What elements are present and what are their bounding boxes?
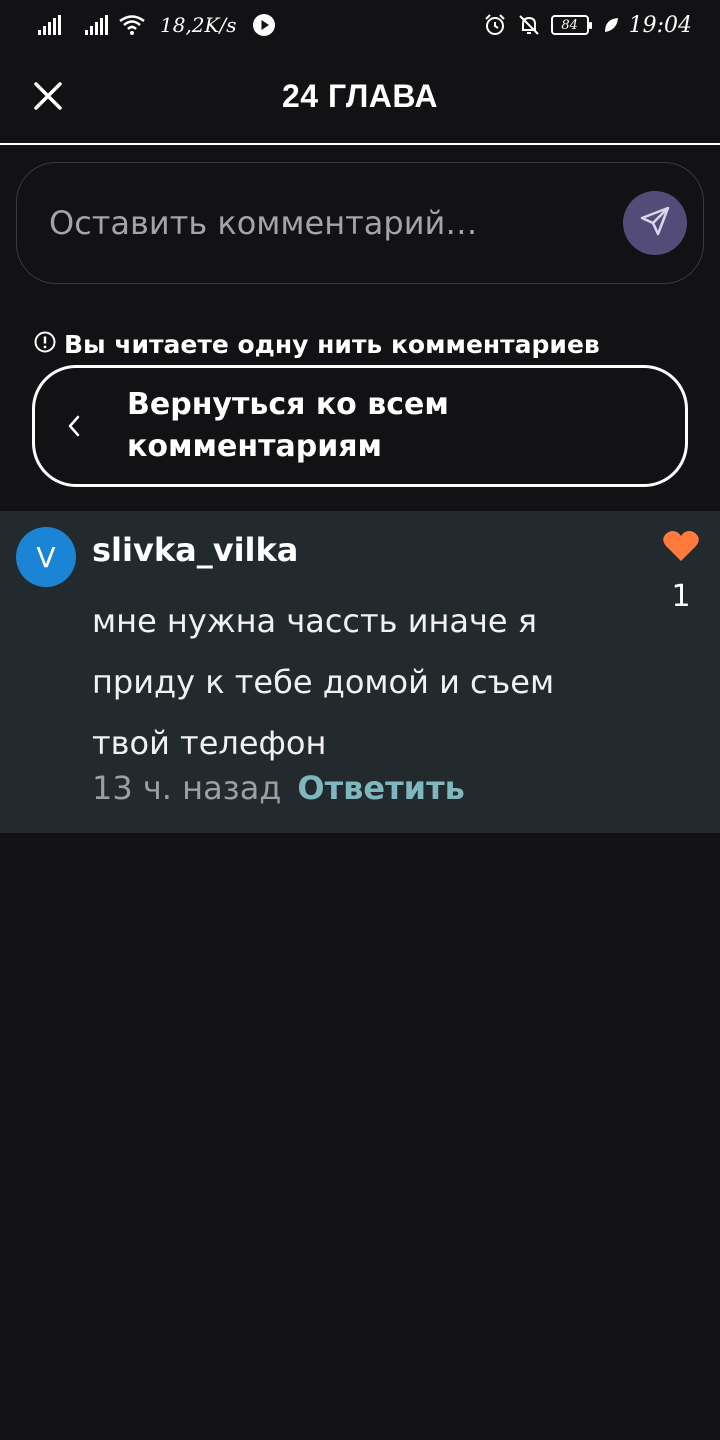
comment-input-box[interactable] [16, 162, 704, 284]
heart-icon[interactable] [662, 529, 700, 567]
chevron-left-icon [67, 414, 87, 438]
back-to-all-comments-button[interactable]: Вернуться ко всем комментариям [32, 365, 688, 487]
status-right: 84 19:04 [483, 13, 692, 38]
comment-card: V slivka_vilka мне нужна часcть иначе я … [0, 511, 720, 833]
comment-username[interactable]: slivka_vilka [92, 531, 298, 569]
send-icon [638, 204, 672, 242]
signal-icon [85, 15, 108, 35]
comment-input[interactable] [49, 204, 623, 242]
thread-notice-text: Вы читаете одну нить комментариев [64, 330, 600, 359]
page-title: 24 ГЛАВА [281, 78, 438, 114]
alarm-icon [483, 13, 507, 37]
like-block: 1 [656, 529, 706, 614]
close-icon [32, 80, 64, 116]
status-bar: 18,2K/s 84 19:04 [0, 0, 720, 50]
close-button[interactable] [30, 80, 66, 116]
send-button[interactable] [623, 191, 687, 255]
comment-text: мне нужна часcть иначе я приду к тебе до… [92, 602, 555, 762]
comment-time: 13 ч. назад [92, 769, 282, 807]
reply-button[interactable]: Ответить [297, 769, 464, 807]
bell-off-icon [517, 13, 541, 37]
battery-icon: 84 [550, 15, 592, 35]
status-left: 18,2K/s [38, 13, 276, 37]
signal-icon [38, 15, 61, 35]
network-speed: 18,2K/s [160, 13, 237, 37]
like-count: 1 [671, 579, 691, 614]
play-icon [252, 13, 276, 37]
comment-meta: 13 ч. назад Ответить [92, 769, 465, 807]
thread-notice: Вы читаете одну нить комментариев [34, 330, 600, 359]
header: 24 ГЛАВА [0, 50, 720, 145]
leaf-icon [603, 16, 619, 34]
info-icon [34, 330, 56, 359]
wifi-icon [118, 14, 146, 36]
avatar[interactable]: V [16, 527, 76, 587]
clock: 19:04 [628, 12, 692, 38]
back-to-all-comments-label: Вернуться ко всем комментариям [127, 387, 449, 464]
